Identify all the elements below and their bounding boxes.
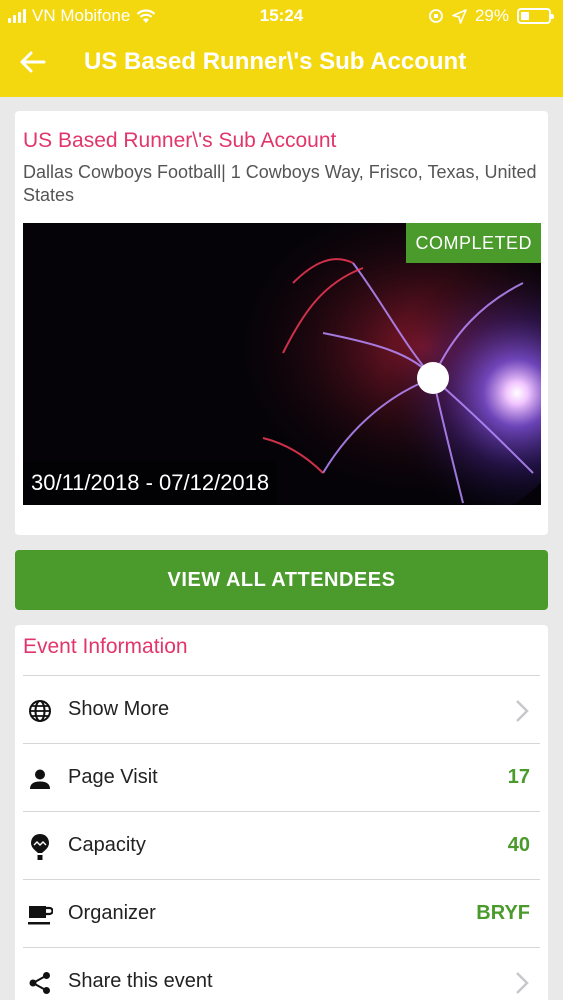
chevron-right-icon bbox=[516, 700, 529, 722]
event-date-range: 30/11/2018 - 07/12/2018 bbox=[23, 461, 278, 505]
event-title: US Based Runner\'s Sub Account bbox=[23, 129, 337, 152]
chevron-right-icon bbox=[516, 972, 529, 994]
globe-icon bbox=[27, 698, 53, 724]
row-label: Organizer bbox=[68, 902, 156, 924]
coffee-cup-icon bbox=[27, 902, 53, 928]
orientation-lock-icon bbox=[429, 9, 443, 23]
battery-icon bbox=[517, 8, 554, 24]
app-header: VN Mobifone 15:24 29% US Based Runner\'s… bbox=[0, 0, 563, 97]
info-row-organizer[interactable]: Organizer BRYF bbox=[23, 879, 540, 947]
nav-bar: US Based Runner\'s Sub Account bbox=[0, 32, 563, 94]
event-card[interactable]: US Based Runner\'s Sub Account Dallas Co… bbox=[15, 111, 548, 535]
info-row-page-visit: Page Visit 17 bbox=[23, 743, 540, 811]
info-row-show-more[interactable]: Show More bbox=[23, 675, 540, 743]
status-bar: VN Mobifone 15:24 29% bbox=[0, 0, 563, 32]
info-row-capacity: Capacity 40 bbox=[23, 811, 540, 879]
page-visit-count: 17 bbox=[507, 766, 530, 788]
back-button[interactable] bbox=[14, 44, 50, 80]
status-badge: COMPLETED bbox=[406, 223, 541, 263]
arrow-left-icon bbox=[20, 51, 46, 73]
balloon-icon bbox=[27, 834, 53, 860]
person-icon bbox=[27, 766, 53, 792]
row-label: Share this event bbox=[68, 970, 213, 992]
event-image[interactable]: COMPLETED 30/11/2018 - 07/12/2018 bbox=[23, 223, 541, 505]
view-all-attendees-button[interactable]: VIEW ALL ATTENDEES bbox=[15, 550, 548, 610]
organizer-value[interactable]: BRYF bbox=[476, 902, 530, 925]
section-heading: Event Information bbox=[23, 635, 188, 658]
share-icon bbox=[27, 970, 53, 996]
row-label: Page Visit bbox=[68, 766, 158, 788]
row-label: Capacity bbox=[68, 834, 146, 856]
event-address: Dallas Cowboys Football| 1 Cowboys Way, … bbox=[23, 162, 537, 205]
info-row-share[interactable]: Share this event bbox=[23, 947, 540, 1000]
page-title: US Based Runner\'s Sub Account bbox=[84, 48, 467, 75]
event-information-card: Event Information Show More Page Visit 1… bbox=[15, 625, 548, 1000]
capacity-value: 40 bbox=[507, 834, 530, 856]
location-arrow-icon bbox=[452, 8, 467, 24]
row-label: Show More bbox=[68, 698, 170, 720]
battery-percent: 29% bbox=[474, 6, 509, 25]
